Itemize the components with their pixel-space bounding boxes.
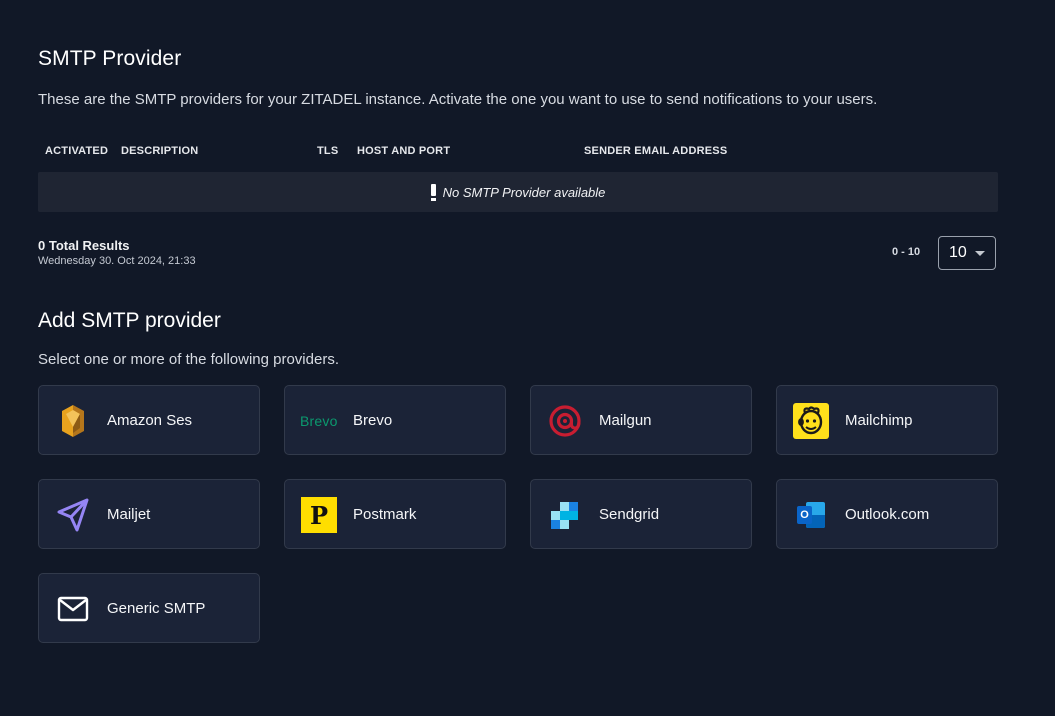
sendgrid-icon	[547, 497, 583, 533]
provider-card-mailgun[interactable]: Mailgun	[530, 385, 752, 455]
mailjet-icon	[55, 497, 91, 533]
postmark-icon: P	[301, 497, 337, 533]
exclamation-icon	[430, 183, 436, 201]
smtp-provider-description: These are the SMTP providers for your ZI…	[38, 91, 878, 108]
provider-label: Outlook.com	[845, 506, 930, 523]
provider-card-brevo[interactable]: Brevo Brevo	[284, 385, 506, 455]
table-header: ACTIVATED DESCRIPTION TLS HOST AND PORT …	[38, 145, 998, 159]
empty-message: No SMTP Provider available	[442, 184, 606, 200]
smtp-provider-title: SMTP Provider	[38, 47, 182, 70]
outlook-icon: O	[793, 497, 829, 533]
col-tls[interactable]: TLS	[317, 145, 338, 157]
postmark-logo-letter: P	[301, 497, 337, 533]
provider-label: Mailchimp	[845, 412, 913, 429]
provider-card-amazon-ses[interactable]: Amazon Ses	[38, 385, 260, 455]
add-provider-description: Select one or more of the following prov…	[38, 351, 339, 368]
provider-card-mailchimp[interactable]: Mailchimp	[776, 385, 998, 455]
provider-label: Postmark	[353, 506, 417, 523]
mailgun-icon	[547, 403, 583, 439]
brevo-logo-text: Brevo	[300, 413, 338, 429]
empty-table-row: No SMTP Provider available	[38, 172, 998, 212]
col-sender-email[interactable]: SENDER EMAIL ADDRESS	[584, 145, 727, 157]
provider-label: Mailgun	[599, 412, 652, 429]
page-size-select[interactable]: 10	[938, 236, 996, 270]
add-provider-title: Add SMTP provider	[38, 309, 221, 332]
provider-label: Sendgrid	[599, 506, 660, 523]
outlook-logo-letter: O	[797, 506, 812, 524]
envelope-icon	[55, 591, 91, 627]
col-host-and-port[interactable]: HOST AND PORT	[357, 145, 450, 157]
provider-card-generic-smtp[interactable]: Generic SMTP	[38, 573, 260, 643]
provider-label: Mailjet	[107, 506, 151, 523]
provider-label: Generic SMTP	[107, 600, 206, 617]
pagination-range: 0 - 10	[892, 246, 921, 258]
provider-card-postmark[interactable]: P Postmark	[284, 479, 506, 549]
brevo-logo: Brevo	[300, 403, 344, 439]
page-size-value: 10	[949, 244, 967, 261]
mailchimp-icon	[793, 403, 829, 439]
total-results: 0 Total Results	[38, 238, 130, 253]
provider-card-sendgrid[interactable]: Sendgrid	[530, 479, 752, 549]
caret-down-icon	[975, 251, 985, 256]
provider-label: Brevo	[353, 412, 393, 429]
col-description[interactable]: DESCRIPTION	[121, 145, 198, 157]
results-timestamp: Wednesday 30. Oct 2024, 21:33	[38, 255, 196, 267]
provider-label: Amazon Ses	[107, 412, 193, 429]
provider-card-mailjet[interactable]: Mailjet	[38, 479, 260, 549]
amazon-ses-icon	[55, 403, 91, 439]
provider-card-outlook[interactable]: O Outlook.com	[776, 479, 998, 549]
col-activated[interactable]: ACTIVATED	[45, 145, 108, 157]
